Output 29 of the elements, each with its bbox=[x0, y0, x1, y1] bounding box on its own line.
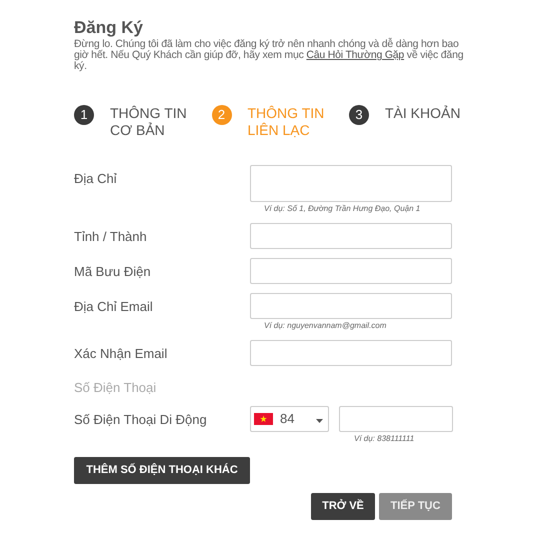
field-label: Địa Chỉ bbox=[74, 170, 118, 188]
step-label[interactable]: THÔNG TIN CƠ BẢN bbox=[110, 105, 200, 139]
input-field[interactable] bbox=[250, 293, 452, 319]
input-field[interactable] bbox=[250, 340, 452, 366]
field-label: Số Điện Thoại Di Động bbox=[74, 411, 208, 429]
field-hint: Ví dụ: nguyenvannam@gmail.com bbox=[264, 321, 386, 331]
country-code-select[interactable]: 84 bbox=[250, 406, 329, 432]
step-number-badge: 3 bbox=[349, 105, 369, 125]
faq-link[interactable]: Câu Hỏi Thường Gặp bbox=[306, 49, 404, 61]
field-hint: Ví dụ: 838111111 bbox=[354, 434, 414, 444]
caret-icon bbox=[316, 419, 323, 423]
field-label: Mã Bưu Điện bbox=[74, 263, 152, 281]
input-field[interactable] bbox=[250, 258, 452, 284]
flag-icon bbox=[254, 413, 273, 425]
phone-number-field[interactable] bbox=[339, 406, 453, 432]
page-title: Đăng Ký bbox=[74, 18, 144, 38]
field-hint: Ví dụ: Số 1, Đường Trần Hưng Đạo, Quận 1 bbox=[264, 204, 420, 214]
step-label[interactable]: TÀI KHOẢN bbox=[385, 105, 475, 122]
back-button[interactable]: TRỞ VỀ bbox=[311, 493, 375, 520]
step-number-badge: 1 bbox=[74, 105, 94, 125]
field-label: Tỉnh / Thành bbox=[74, 228, 148, 246]
add-phone-button[interactable]: THÊM SỐ ĐIỆN THOẠI KHÁC bbox=[74, 457, 250, 484]
section-label: Số Điện Thoại bbox=[74, 380, 156, 396]
input-field[interactable] bbox=[250, 223, 452, 249]
step-number-badge: 2 bbox=[212, 105, 232, 125]
address-field[interactable] bbox=[250, 165, 452, 202]
field-label: Xác Nhận Email bbox=[74, 345, 168, 363]
field-label: Địa Chỉ Email bbox=[74, 298, 154, 316]
intro-paragraph: Đừng lo. Chúng tôi đã làm cho việc đăng ký trở nên nhanh chóng và dễ dàng hơn bao giờ hết. Nếu Quý Khách cần giúp đỡ, hãy xem mục Câu Hỏi Thường Gặp về việc đăng ký. bbox=[74, 39, 464, 72]
